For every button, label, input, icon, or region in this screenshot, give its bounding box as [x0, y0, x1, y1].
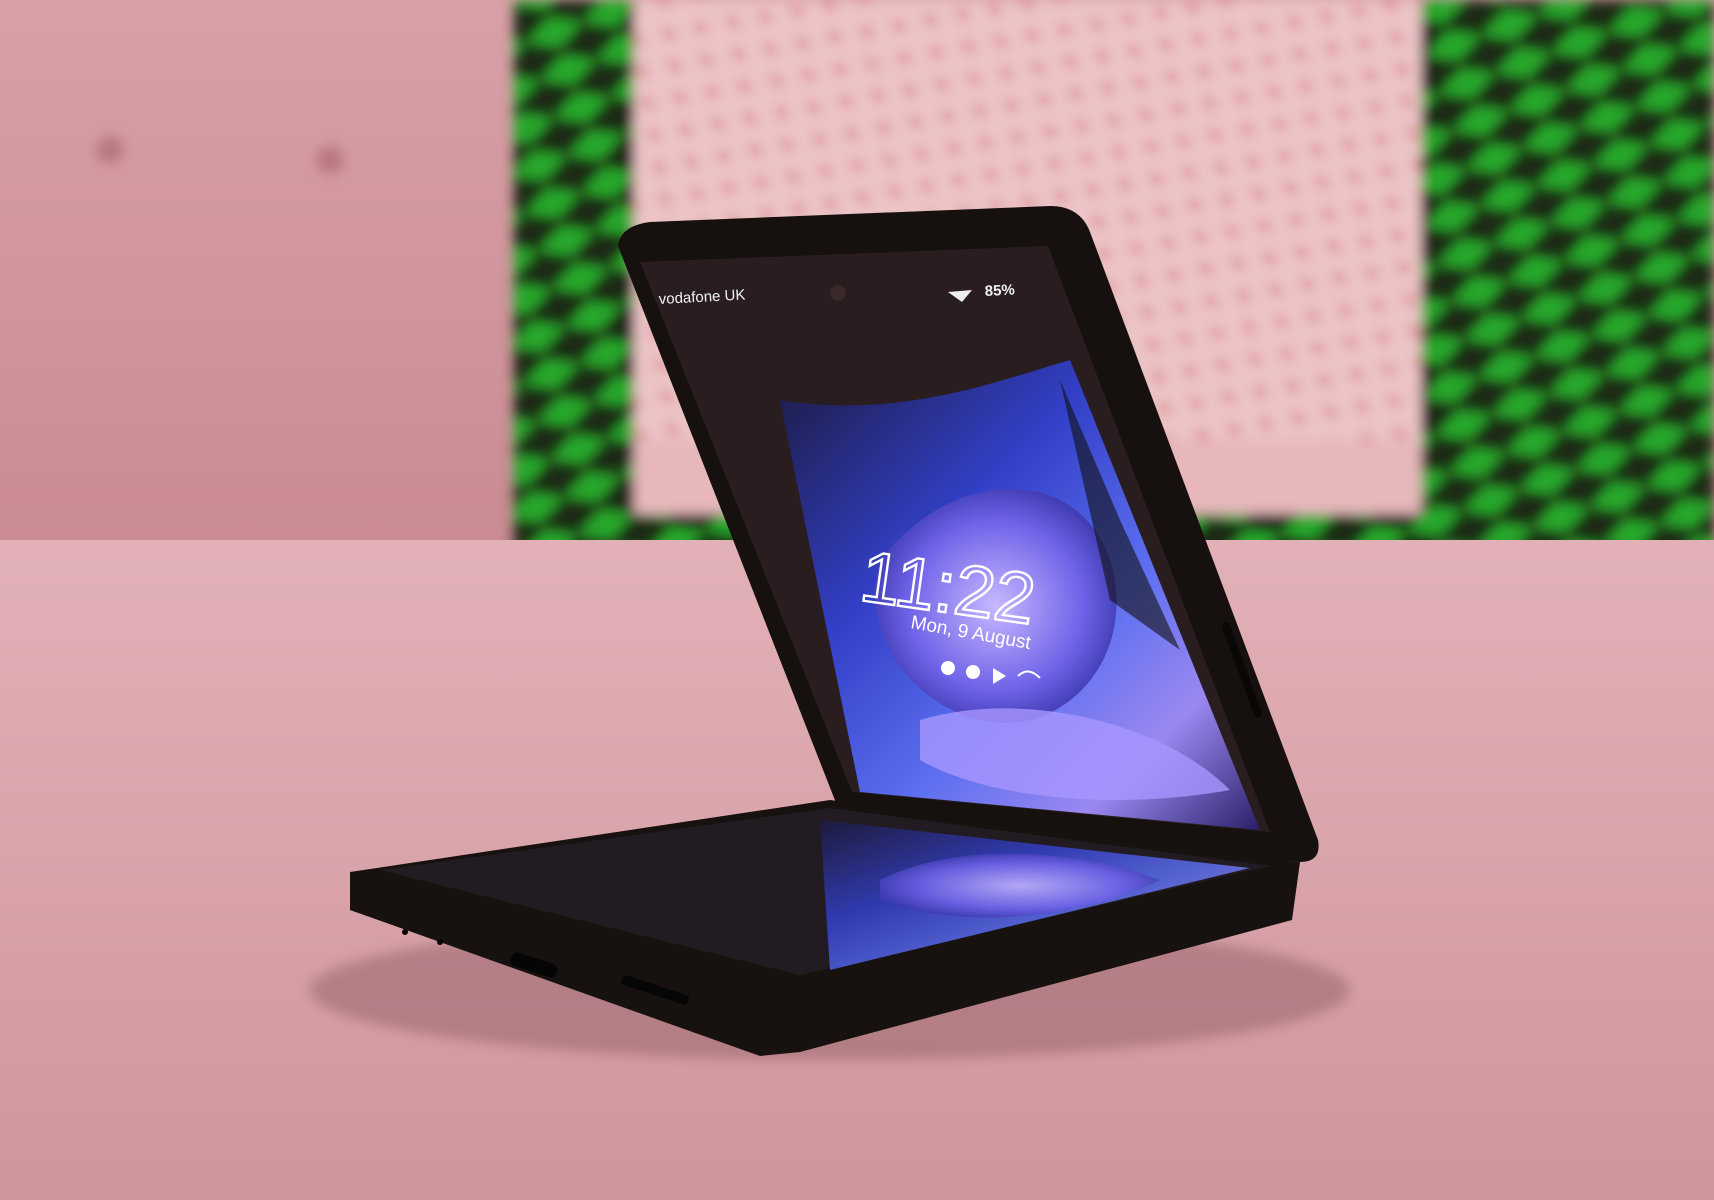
microphone-hole — [437, 939, 443, 945]
photo-scene: vodafone UK 85% 11:22 Mon, 9 August — [0, 0, 1714, 1200]
settings-icon — [941, 661, 955, 675]
settings-icon — [966, 665, 980, 679]
battery-status: 85% — [984, 281, 1015, 300]
couch-button — [96, 136, 124, 164]
microphone-hole — [402, 929, 408, 935]
front-camera — [830, 285, 846, 301]
couch-button — [316, 146, 344, 174]
